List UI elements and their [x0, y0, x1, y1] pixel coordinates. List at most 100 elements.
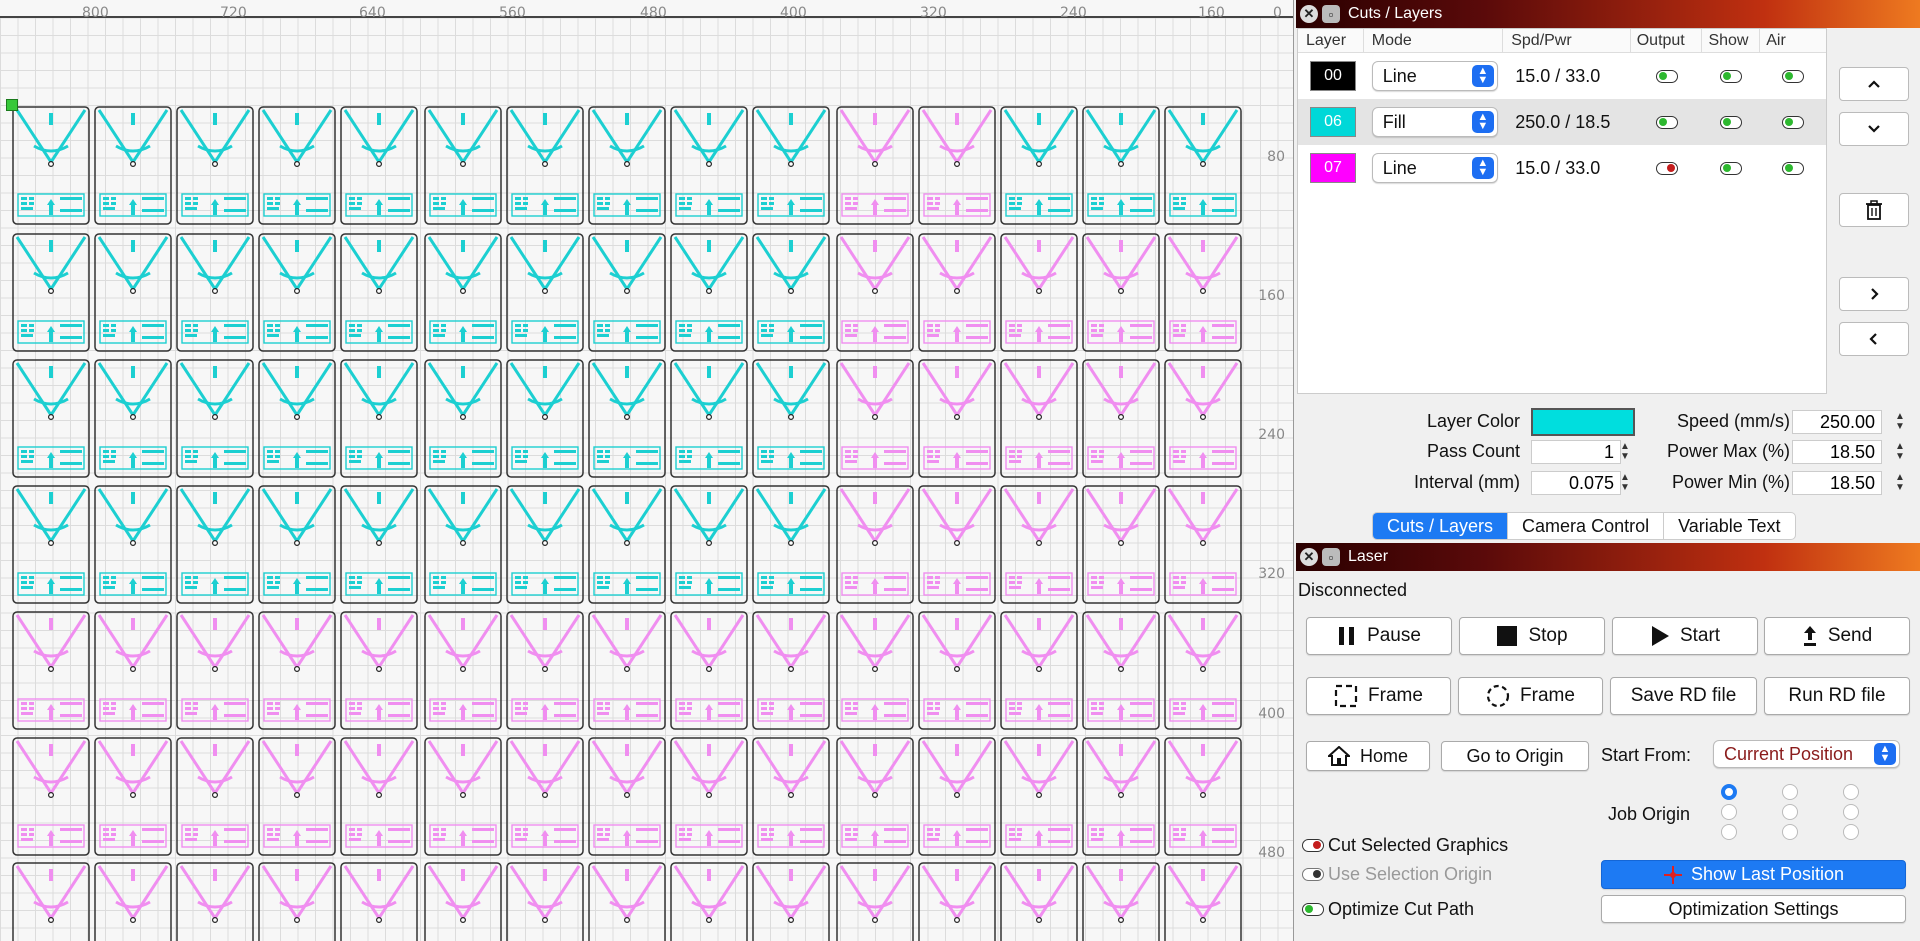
send-button[interactable]: Send — [1764, 617, 1910, 655]
tab-camera-control[interactable]: Camera Control — [1508, 513, 1665, 539]
design-tile[interactable] — [588, 106, 666, 225]
mode-select[interactable]: Fill ▲ ▼ — [1371, 107, 1498, 137]
design-tile[interactable] — [752, 106, 830, 225]
design-tile[interactable] — [176, 359, 254, 478]
show-last-position-button[interactable]: Show Last Position — [1601, 860, 1906, 889]
design-tile[interactable] — [670, 106, 748, 225]
design-tile[interactable] — [424, 106, 502, 225]
design-tile[interactable] — [506, 862, 584, 941]
design-tile[interactable] — [1000, 737, 1078, 856]
design-tile[interactable] — [918, 359, 996, 478]
expand-left-button[interactable] — [1839, 322, 1909, 356]
design-tile[interactable] — [424, 233, 502, 352]
layer-color-swatch[interactable] — [1531, 408, 1635, 436]
design-tile[interactable] — [836, 233, 914, 352]
air-toggle[interactable] — [1782, 115, 1805, 129]
design-tile[interactable] — [340, 737, 418, 856]
design-tile[interactable] — [258, 737, 336, 856]
pass-count-input[interactable]: 1 — [1531, 440, 1621, 464]
cut-selected-graphics-toggle[interactable]: Cut Selected Graphics — [1302, 835, 1508, 856]
home-button[interactable]: Home — [1306, 741, 1430, 771]
design-tile[interactable] — [918, 106, 996, 225]
optimize-cut-path-toggle[interactable]: Optimize Cut Path — [1302, 899, 1474, 920]
pause-button[interactable]: Pause — [1306, 617, 1452, 655]
job-origin-top-left[interactable] — [1721, 784, 1737, 800]
run-rd-file-button[interactable]: Run RD file — [1764, 677, 1910, 715]
design-tile[interactable] — [836, 611, 914, 730]
design-tile[interactable] — [588, 862, 666, 941]
design-tile[interactable] — [588, 359, 666, 478]
design-tile[interactable] — [588, 485, 666, 604]
power-max-stepper[interactable]: ▲ ▼ — [1893, 440, 1907, 464]
stop-button[interactable]: Stop — [1459, 617, 1605, 655]
design-tile[interactable] — [94, 359, 172, 478]
design-tile[interactable] — [94, 106, 172, 225]
design-tile[interactable] — [424, 359, 502, 478]
design-tile[interactable] — [670, 485, 748, 604]
job-origin-bottom-right[interactable] — [1843, 824, 1859, 840]
layer-row[interactable]: 00 Line ▲ ▼ 15.0 / 33.0 — [1298, 53, 1826, 99]
design-tile[interactable] — [12, 233, 90, 352]
design-tile[interactable] — [424, 737, 502, 856]
move-layer-up-button[interactable] — [1839, 67, 1909, 101]
design-tile[interactable] — [176, 106, 254, 225]
design-tile[interactable] — [918, 233, 996, 352]
frame-circle-button[interactable]: Frame — [1458, 677, 1603, 715]
workspace-canvas[interactable]: 800 720 640 560 480 400 320 240 160 0 80… — [0, 0, 1294, 941]
design-tile[interactable] — [1164, 611, 1242, 730]
design-tile[interactable] — [94, 737, 172, 856]
design-tile[interactable] — [258, 485, 336, 604]
design-tile[interactable] — [12, 485, 90, 604]
design-tile[interactable] — [1000, 485, 1078, 604]
go-to-origin-button[interactable]: Go to Origin — [1441, 741, 1589, 771]
design-tile[interactable] — [1082, 233, 1160, 352]
design-tile[interactable] — [752, 862, 830, 941]
design-tile[interactable] — [752, 233, 830, 352]
close-icon[interactable]: ✕ — [1300, 548, 1318, 566]
float-panel-icon[interactable]: ▫ — [1322, 548, 1340, 566]
design-tile[interactable] — [670, 862, 748, 941]
design-tile[interactable] — [506, 485, 584, 604]
design-tile[interactable] — [1000, 359, 1078, 478]
expand-right-button[interactable] — [1839, 277, 1909, 311]
design-tile[interactable] — [670, 611, 748, 730]
design-tile[interactable] — [12, 106, 90, 225]
layer-swatch[interactable]: 00 — [1310, 61, 1356, 91]
speed-input[interactable]: 250.00 — [1792, 410, 1882, 434]
design-tile[interactable] — [94, 862, 172, 941]
design-tile[interactable] — [1164, 485, 1242, 604]
design-tile[interactable] — [12, 611, 90, 730]
layer-row[interactable]: 07 Line ▲ ▼ 15.0 / 33.0 — [1298, 145, 1826, 191]
design-tile[interactable] — [258, 862, 336, 941]
design-tile[interactable] — [1164, 737, 1242, 856]
layers-table[interactable]: Layer Mode Spd/Pwr Output Show Air 00 Lin… — [1297, 28, 1827, 394]
design-tile[interactable] — [752, 485, 830, 604]
design-tile[interactable] — [670, 737, 748, 856]
delete-layer-button[interactable] — [1839, 193, 1909, 227]
design-tile[interactable] — [836, 862, 914, 941]
move-layer-down-button[interactable] — [1839, 112, 1909, 146]
design-tile[interactable] — [752, 611, 830, 730]
design-tile[interactable] — [836, 359, 914, 478]
design-tile[interactable] — [588, 233, 666, 352]
start-button[interactable]: Start — [1612, 617, 1758, 655]
design-tile[interactable] — [176, 862, 254, 941]
design-tile[interactable] — [836, 106, 914, 225]
start-from-select[interactable]: Current Position ▲ ▼ — [1713, 740, 1900, 768]
design-tile[interactable] — [1164, 862, 1242, 941]
design-tile[interactable] — [918, 737, 996, 856]
design-tile[interactable] — [918, 611, 996, 730]
design-tiles[interactable] — [0, 0, 1242, 941]
design-tile[interactable] — [1164, 233, 1242, 352]
close-icon[interactable]: ✕ — [1300, 5, 1318, 23]
design-tile[interactable] — [94, 611, 172, 730]
design-tile[interactable] — [340, 862, 418, 941]
air-toggle[interactable] — [1782, 69, 1805, 83]
design-tile[interactable] — [258, 106, 336, 225]
design-tile[interactable] — [1000, 233, 1078, 352]
design-tile[interactable] — [176, 485, 254, 604]
design-tile[interactable] — [340, 233, 418, 352]
job-origin-mid-left[interactable] — [1721, 804, 1737, 820]
optimization-settings-button[interactable]: Optimization Settings — [1601, 895, 1906, 923]
design-tile[interactable] — [752, 359, 830, 478]
